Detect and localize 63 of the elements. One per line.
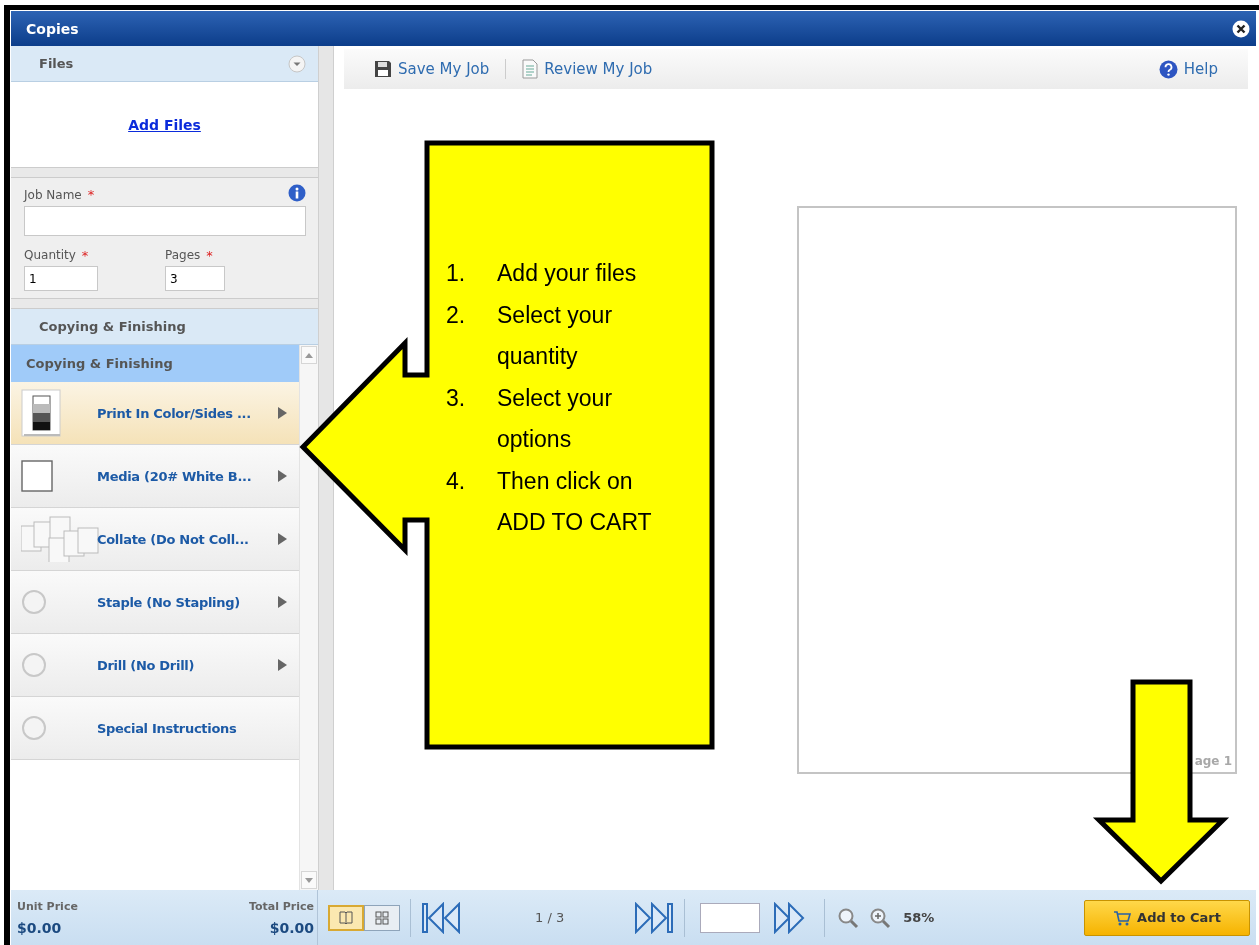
page-indicator: 1 / 3 — [535, 910, 565, 925]
info-icon[interactable] — [288, 184, 306, 202]
quantity-field[interactable]: 1 — [24, 266, 98, 291]
zoom-level: 58% — [903, 910, 935, 925]
window-title: Copies — [26, 20, 79, 37]
panel-title: Copying & Finishing — [39, 319, 186, 334]
required-mark: * — [206, 247, 213, 263]
help-link[interactable]: Help — [1158, 59, 1218, 79]
price-label: Total Price — [248, 899, 314, 913]
job-name-field[interactable] — [24, 206, 306, 236]
toolbar-link[interactable]: Save My Job — [374, 60, 490, 78]
option-row[interactable]: Collate (Do Not Coll... — [11, 508, 299, 571]
price-value: $0.00 — [269, 919, 314, 936]
required-mark: * — [87, 186, 95, 202]
tone-swatch-icon — [21, 389, 61, 437]
document-icon — [522, 59, 539, 79]
last-page-icon[interactable] — [632, 901, 675, 934]
page-number-field[interactable] — [700, 902, 761, 933]
step-number: 1. — [446, 259, 467, 288]
step-text: Add your files — [497, 259, 637, 288]
search-icon[interactable] — [837, 906, 860, 929]
option-row[interactable]: Staple (No Stapling) — [11, 571, 299, 634]
grid-icon — [374, 909, 390, 926]
field-label: Pages — [165, 248, 201, 262]
close-icon[interactable] — [1232, 19, 1250, 38]
pages-field[interactable]: 3 — [165, 266, 225, 291]
collated-pages-icon — [21, 516, 99, 562]
scrollbar[interactable] — [299, 345, 318, 890]
step-text: Then click on ADD TO CART — [497, 467, 653, 537]
radio-circle-icon — [21, 652, 47, 678]
option-row[interactable]: Media (20# White B... — [11, 445, 299, 508]
page-label: age 1 — [1194, 754, 1232, 768]
help-icon — [1158, 59, 1178, 79]
option-row[interactable]: Drill (No Drill) — [11, 634, 299, 697]
add-to-cart-button[interactable]: Add to Cart — [1084, 899, 1250, 936]
scroll-down-icon[interactable] — [305, 877, 313, 883]
option-row[interactable]: Special Instructions — [11, 697, 299, 760]
grid-view-button[interactable] — [364, 904, 400, 931]
list-header: Copying & Finishing — [11, 345, 299, 382]
field-label: Job Name — [24, 187, 82, 202]
field-label: Quantity — [24, 248, 76, 262]
step-number: 3. — [446, 384, 467, 413]
add-files-link[interactable]: Add Files — [128, 116, 201, 133]
toolbar-link[interactable]: Review My Job — [522, 59, 653, 79]
page-view-button[interactable] — [328, 904, 364, 931]
required-mark: * — [81, 247, 89, 263]
price-value: $0.00 — [17, 919, 63, 936]
option-row[interactable]: Print In Color/Sides ... — [11, 382, 299, 445]
step-number: 2. — [446, 301, 467, 330]
zoom-in-icon[interactable] — [869, 906, 892, 929]
radio-circle-icon — [21, 589, 47, 615]
book-icon — [338, 909, 354, 926]
first-page-icon[interactable] — [421, 901, 463, 934]
scroll-up-icon[interactable] — [305, 352, 313, 358]
dropdown-icon[interactable] — [288, 54, 306, 73]
price-label: Unit Price — [17, 899, 78, 913]
panel-title: Files — [39, 56, 74, 71]
step-text: Select your options — [497, 384, 614, 454]
cart-icon — [1113, 909, 1132, 926]
step-text: Select your quantity — [497, 301, 614, 371]
radio-circle-icon — [21, 715, 47, 741]
step-number: 4. — [446, 467, 467, 496]
blank-page-icon — [21, 460, 53, 492]
